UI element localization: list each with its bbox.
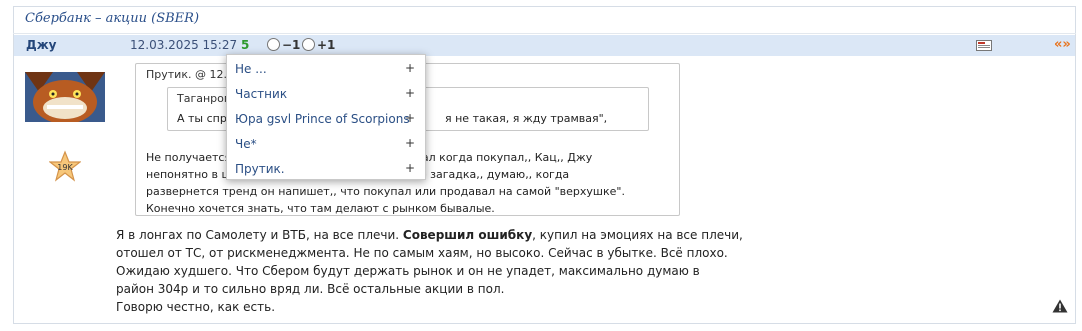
post-line: Говорю честно, как есть. bbox=[116, 300, 276, 314]
post-bold-text: Совершил ошибку bbox=[402, 228, 533, 242]
author-name[interactable]: Джу bbox=[26, 38, 56, 52]
post-line: Ожидаю худшего. Что Сбером будут держать… bbox=[116, 264, 700, 278]
post-text: , купил на эмоциях на все плечи, bbox=[532, 228, 743, 242]
quote-link[interactable]: «» bbox=[1054, 37, 1071, 52]
warning-icon[interactable] bbox=[1052, 299, 1068, 313]
dropdown-item[interactable]: Частник + bbox=[227, 82, 425, 107]
radio-icon[interactable] bbox=[267, 38, 280, 51]
plus-icon[interactable]: + bbox=[405, 161, 415, 175]
plus-icon[interactable]: + bbox=[405, 61, 415, 75]
dropdown-item-label: Юра gsvl Prince of Scorpions bbox=[235, 112, 410, 126]
post-text: Я в лонгах по Самолету и ВТБ, на все пле… bbox=[116, 228, 403, 242]
post-line: район 304р и то сильно вряд ли. Всё оста… bbox=[116, 282, 505, 296]
vote-plus-label: +1 bbox=[317, 38, 336, 52]
plus-icon[interactable]: + bbox=[405, 136, 415, 150]
post-body: Я в лонгах по Самолету и ВТБ, на все пле… bbox=[116, 226, 743, 316]
post-line: Я в лонгах по Самолету и ВТБ, на все пле… bbox=[116, 226, 743, 244]
star-badge-icon: 19K bbox=[49, 150, 81, 182]
vote-minus-label: −1 bbox=[282, 38, 301, 52]
nested-quote-text-right: я не такая, я жду трамвая", bbox=[445, 112, 608, 125]
vote-minus[interactable]: −1 bbox=[267, 38, 300, 52]
dropdown-item-label: Че* bbox=[235, 137, 257, 151]
dropdown-item-label: Прутик. bbox=[235, 162, 285, 176]
radio-icon[interactable] bbox=[302, 38, 315, 51]
rank-label: 19K bbox=[57, 163, 73, 172]
dropdown-item[interactable]: Юра gsvl Prince of Scorpions + bbox=[227, 107, 425, 132]
post-date: 12.03.2025 15:27 bbox=[130, 38, 238, 52]
dropdown-item[interactable]: Прутик. + bbox=[227, 157, 425, 182]
plus-icon[interactable]: + bbox=[405, 86, 415, 100]
vote-plus[interactable]: +1 bbox=[302, 38, 335, 52]
dropdown-item[interactable]: Не ... + bbox=[227, 57, 425, 82]
voters-dropdown: Не ... + Частник + Юра gsvl Prince of Sc… bbox=[226, 54, 426, 180]
quote-header[interactable]: Прутик. @ 12.0 bbox=[146, 68, 234, 81]
quote-line: Конечно хочется знать, что там делают с … bbox=[146, 202, 495, 215]
flag-icon[interactable] bbox=[976, 40, 992, 51]
post-score: 5 bbox=[241, 38, 250, 52]
post-header: Джу 12.03.2025 15:27 5 −1 +1 «» bbox=[14, 35, 1075, 56]
nested-quote-text: А ты спр bbox=[177, 112, 227, 125]
dropdown-item-label: Частник bbox=[235, 87, 288, 101]
nested-quote-header[interactable]: Таганрог bbox=[177, 92, 230, 105]
quote-line: развернется тренд он напишет,, что покуп… bbox=[146, 185, 625, 198]
dropdown-item-label: Не ... bbox=[235, 62, 267, 76]
plus-icon[interactable]: + bbox=[405, 111, 415, 125]
dropdown-item[interactable]: Че* + bbox=[227, 132, 425, 157]
topic-title[interactable]: Сбербанк – акции (SBER) bbox=[13, 6, 1076, 34]
post-line: отошел от ТС, от рискменеджмента. Не по … bbox=[116, 246, 728, 260]
avatar-image[interactable] bbox=[25, 72, 105, 122]
